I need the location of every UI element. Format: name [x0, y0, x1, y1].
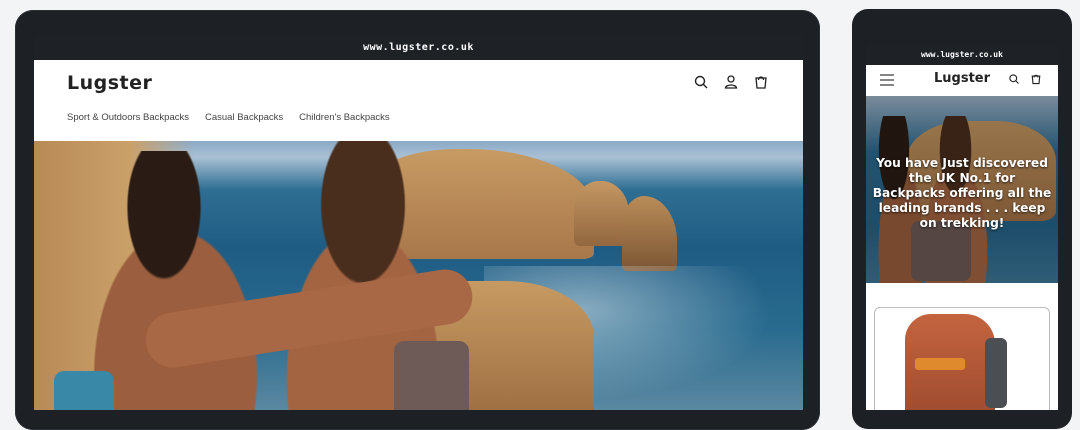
nav-sport-outdoors[interactable]: Sport & Outdoors Backpacks — [67, 112, 189, 123]
phone-url-bar: www.lugster.co.uk — [866, 43, 1058, 65]
mobile-hero-text: You have Just discovered the UK No.1 for… — [872, 156, 1052, 230]
phone-url-text: www.lugster.co.uk — [921, 49, 1003, 59]
cart-icon[interactable] — [1030, 73, 1042, 85]
site-logo[interactable]: Lugster — [67, 72, 152, 94]
phone-screen: Lugster You have Just discovered the UK … — [866, 65, 1058, 410]
account-icon[interactable] — [723, 74, 739, 90]
hero-backpack — [54, 371, 114, 410]
hero-image — [34, 141, 803, 410]
hero-backpack — [394, 341, 469, 410]
main-nav: Sport & Outdoors Backpacks Casual Backpa… — [67, 112, 390, 123]
laptop-url-bar: www.lugster.co.uk — [34, 34, 803, 60]
mobile-hero: You have Just discovered the UK No.1 for… — [866, 96, 1058, 283]
product-backpack-side — [985, 338, 1007, 408]
mobile-header: Lugster — [866, 65, 1058, 97]
search-icon[interactable] — [1008, 73, 1020, 85]
site-header: Lugster Sport & Outdoors Backpacks Casua… — [34, 60, 803, 142]
product-card[interactable] — [874, 307, 1050, 410]
cart-icon[interactable] — [753, 74, 769, 90]
mobile-header-icons — [1008, 73, 1042, 85]
laptop-url-text: www.lugster.co.uk — [363, 41, 474, 53]
nav-casual[interactable]: Casual Backpacks — [205, 112, 283, 123]
search-icon[interactable] — [693, 74, 709, 90]
header-icons — [693, 74, 769, 90]
product-backpack-strap — [915, 358, 965, 370]
hero-sea-stack — [574, 181, 629, 246]
laptop-screen: Lugster Sport & Outdoors Backpacks Casua… — [34, 60, 803, 410]
hero-sea-stack — [622, 196, 677, 271]
laptop-mockup: www.lugster.co.uk Lugster Sport & Outdoo… — [15, 10, 820, 430]
phone-mockup: www.lugster.co.uk Lugster You have Just … — [852, 9, 1072, 429]
nav-childrens[interactable]: Children's Backpacks — [299, 112, 390, 123]
